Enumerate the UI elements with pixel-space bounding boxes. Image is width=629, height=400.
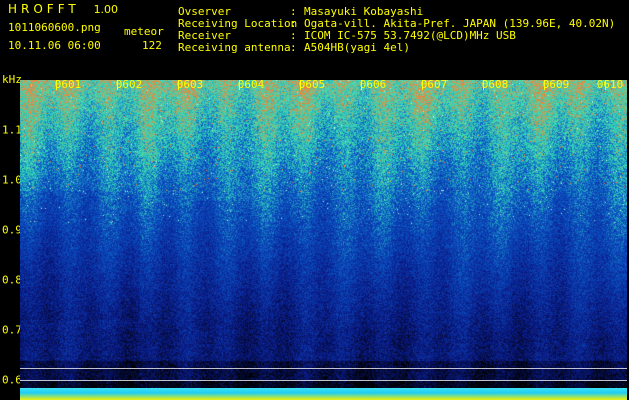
- y-tick-1-0: 1.0: [2, 173, 22, 187]
- header-panel: HROFFT 1.00 1011060600.png 10.11.06 06:0…: [0, 0, 629, 80]
- mode-label: meteor: [124, 25, 164, 38]
- antenna-label: Receiving antenna: [178, 41, 291, 54]
- capture-datetime: 10.11.06 06:00: [8, 39, 101, 52]
- metadata-block: Ovserver : Masayuki Kobayashi Receiving …: [178, 6, 615, 54]
- app-name: HROFFT: [8, 2, 80, 16]
- x-tick-mark-0603: [178, 80, 179, 90]
- x-tick-0609: 0609: [542, 78, 570, 91]
- x-tick-0605: 0605: [298, 78, 326, 91]
- y-axis-unit: kHz: [2, 73, 22, 86]
- reference-line-lower: [20, 380, 627, 381]
- y-tick-0-7: 0.7: [2, 323, 22, 337]
- x-tick-0610: 0610: [596, 78, 624, 91]
- file-name: 1011060600.png: [8, 21, 101, 34]
- x-tick-mark-0601: [56, 80, 57, 90]
- y-tick-1-1: 1.1: [2, 123, 22, 137]
- meteor-count: 122: [142, 39, 162, 52]
- x-tick-0602: 0602: [115, 78, 143, 91]
- x-tick-mark-0607: [422, 80, 423, 90]
- x-tick-mark-0609: [544, 80, 545, 90]
- x-tick-mark-0605: [300, 80, 301, 90]
- antenna-separator: :: [290, 41, 297, 54]
- frequency-band-strip: [20, 388, 627, 400]
- y-tick-0-9: 0.9: [2, 223, 22, 237]
- app-version: 1.00: [93, 3, 119, 16]
- x-tick-0601: 0601: [54, 78, 82, 91]
- x-tick-0606: 0606: [359, 78, 387, 91]
- x-tick-mark-0608: [483, 80, 484, 90]
- app-brand: HROFFT 1.00: [8, 3, 118, 15]
- y-tick-0-6: 0.6: [2, 373, 22, 387]
- reference-line-upper: [20, 368, 627, 369]
- antenna-row: Receiving antenna : A504HB(yagi 4el): [178, 42, 615, 54]
- x-tick-0607: 0607: [420, 78, 448, 91]
- antenna-value: A504HB(yagi 4el): [304, 41, 410, 54]
- x-tick-0608: 0608: [481, 78, 509, 91]
- x-tick-mark-0604: [239, 80, 240, 90]
- x-tick-0604: 0604: [237, 78, 265, 91]
- spectrogram-canvas: [20, 80, 627, 400]
- x-tick-0603: 0603: [176, 78, 204, 91]
- spectrogram-panel: [20, 80, 627, 400]
- y-tick-0-8: 0.8: [2, 273, 22, 287]
- x-tick-mark-0602: [117, 80, 118, 90]
- x-tick-mark-0606: [361, 80, 362, 90]
- x-tick-mark-0610: [605, 80, 606, 90]
